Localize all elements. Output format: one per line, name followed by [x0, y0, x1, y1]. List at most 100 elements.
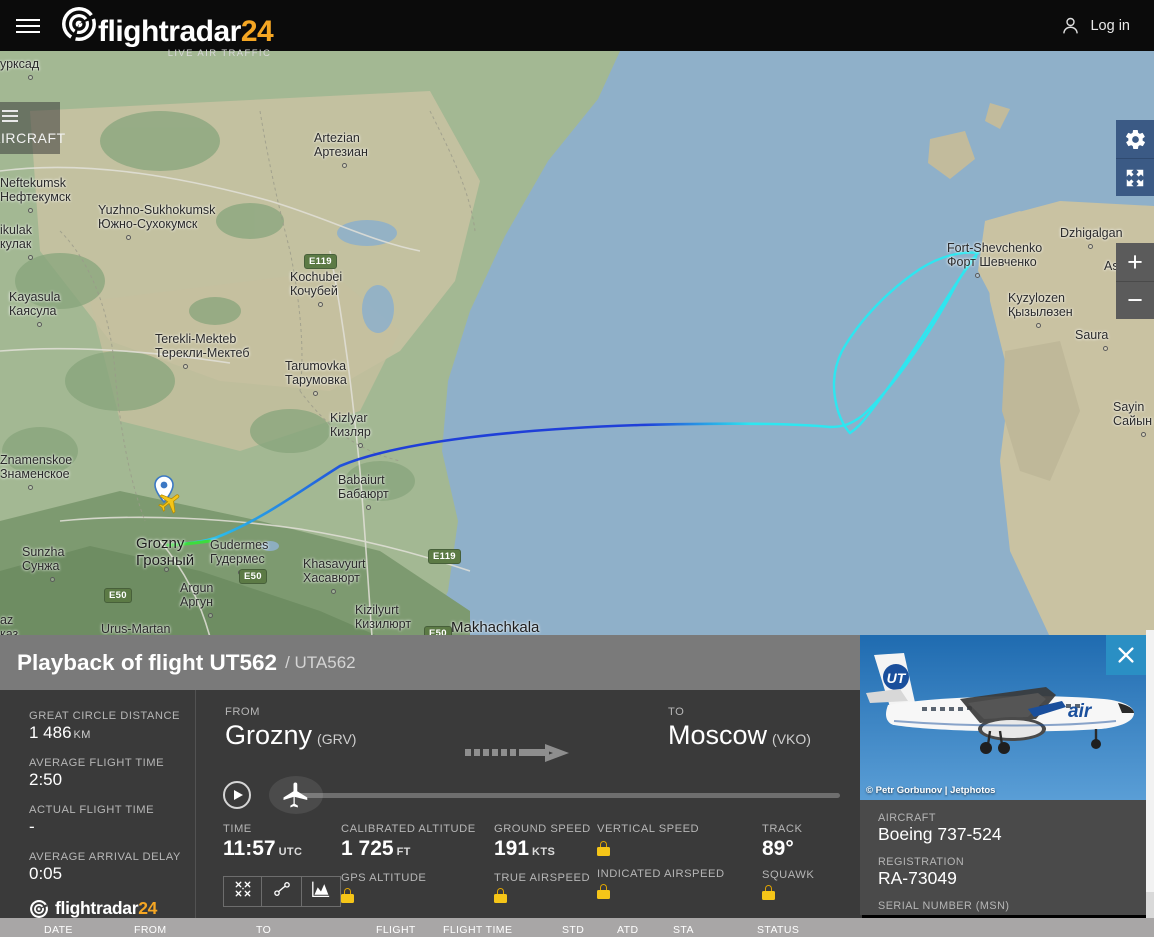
aircraft-info-card: UT air © Petr Gorbunov | Jetphotos AIRCR…: [860, 635, 1146, 915]
table-column-header[interactable]: FLIGHT: [376, 924, 416, 936]
flight-stat: AVERAGE FLIGHT TIME 2:50: [29, 757, 195, 790]
map-controls-top[interactable]: [1116, 120, 1154, 196]
chart-area-icon: [311, 880, 331, 903]
map-place-dot: [313, 391, 318, 396]
metric-sub-locked: [762, 885, 814, 905]
altitude-chart-button[interactable]: [301, 876, 341, 907]
flight-stat-number: 1 486: [29, 723, 72, 742]
timeline-knob[interactable]: [269, 776, 323, 814]
aircraft-photo-image: UT air: [860, 635, 1146, 800]
aircraft-photo: UT air © Petr Gorbunov | Jetphotos: [860, 635, 1146, 800]
metric-sub-label: TRUE AIRSPEED: [494, 872, 591, 884]
metric-block: GROUND SPEED 191 KTS TRUE AIRSPEED: [494, 823, 597, 908]
settings-button[interactable]: [1116, 120, 1154, 158]
hamburger-icon-line: [16, 18, 40, 21]
gear-icon: [1125, 129, 1145, 149]
metric-sub-locked: [341, 888, 494, 908]
flight-stat-label: GREAT CIRCLE DISTANCE: [29, 710, 180, 722]
map-view[interactable]: урксад Artezian Артезиан Neftekumsk Нефтекум…: [0, 51, 1154, 637]
map-place-dot: [1141, 432, 1146, 437]
playback-panel-body: GREAT CIRCLE DISTANCE 1 486 KM AVERAGE FLIG…: [0, 690, 862, 918]
flight-history-table-header[interactable]: DATE FROM TO FLIGHT FLIGHT TIME STD ATD STA STAT…: [0, 918, 1154, 937]
table-column-header[interactable]: STA: [673, 924, 694, 936]
map-place-dot: [318, 302, 323, 307]
left-panel-sliver[interactable]: AIRCRAFT: [0, 102, 65, 154]
route-destination: TO Moscow (VKO): [668, 706, 811, 752]
route-button[interactable]: [262, 876, 302, 907]
map-place-dot: [331, 589, 336, 594]
metric-label: VERTICAL SPEED: [597, 823, 700, 835]
zoom-in-button[interactable]: +: [1116, 243, 1154, 281]
map-place-dot: [28, 255, 33, 260]
table-column-header[interactable]: STD: [562, 924, 584, 936]
metric-block: VERTICAL SPEED INDICATED AIRSPEED: [597, 823, 762, 908]
map-place-dot: [28, 75, 33, 80]
collapse-button[interactable]: [223, 876, 263, 907]
metric-label: TIME: [223, 823, 252, 835]
map-aircraft-icon[interactable]: [157, 489, 183, 520]
map-place-dot: [28, 208, 33, 213]
metric-value: 191 KTS: [494, 836, 597, 865]
flight-stat-label: AVERAGE FLIGHT TIME: [29, 757, 165, 769]
timeline-track[interactable]: [299, 793, 840, 798]
menu-button[interactable]: [0, 18, 56, 33]
fullscreen-button[interactable]: [1116, 158, 1154, 196]
flight-stat-label: ACTUAL FLIGHT TIME: [29, 804, 155, 816]
table-column-header[interactable]: ATD: [617, 924, 638, 936]
table-column-header[interactable]: STATUS: [757, 924, 799, 936]
table-column-header[interactable]: FLIGHT TIME: [443, 924, 512, 936]
lock-icon: [762, 885, 775, 900]
metric-value: 11:57 UTC: [223, 836, 341, 865]
minus-icon: −: [1127, 285, 1143, 315]
aircraft-field-label: AIRCRAFT: [878, 812, 936, 824]
metric-sub-label: GPS ALTITUDE: [341, 872, 427, 884]
metric-value-locked: [597, 841, 762, 861]
playback-timeline[interactable]: [269, 776, 840, 814]
table-column-header[interactable]: TO: [256, 924, 271, 936]
radar-logo-icon: [60, 5, 98, 43]
destination-code: (VKO): [772, 731, 811, 747]
playback-controls: [223, 776, 840, 814]
zoom-out-button[interactable]: −: [1116, 281, 1154, 319]
hamburger-icon-line: [16, 24, 40, 27]
origin-city: Grozny: [225, 720, 313, 750]
panel-scrollbar[interactable]: [1146, 630, 1154, 918]
table-column-header[interactable]: FROM: [134, 924, 167, 936]
flight-stat-value: 0:05: [29, 864, 195, 884]
aircraft-fields: AIRCRAFT Boeing 737-524 REGISTRATION RA-730…: [860, 800, 1146, 915]
table-column-header[interactable]: DATE: [44, 924, 73, 936]
play-button[interactable]: [223, 781, 251, 809]
dashed-arrow-right-icon: [465, 744, 569, 762]
close-icon: [1118, 647, 1134, 663]
user-icon: [1063, 17, 1079, 34]
metric-sub-label: INDICATED AIRSPEED: [597, 868, 725, 880]
route-summary: FROM Grozny (GRV) TO Moscow (VKO): [225, 706, 840, 768]
metric-sub-locked: [494, 888, 597, 908]
aircraft-field-value: Boeing 737-524: [878, 824, 1002, 844]
map-place-dot: [975, 273, 980, 278]
map-canvas: [0, 51, 1154, 637]
metric-value: 1 725 FT: [341, 836, 494, 865]
panel-brand-number: 24: [138, 898, 158, 918]
destination-label: TO: [668, 706, 685, 718]
close-card-button[interactable]: [1106, 635, 1146, 675]
playback-title: Playback of flight UT562: [17, 649, 278, 675]
map-zoom-controls[interactable]: + −: [1116, 243, 1154, 319]
metric-sub-label: SQUAWK: [762, 869, 815, 881]
flight-stat-value: 1 486 KM: [29, 723, 195, 743]
plus-icon: +: [1127, 246, 1143, 277]
sliver-menu-icon[interactable]: [2, 110, 18, 125]
metric-number: 89°: [762, 837, 794, 860]
flight-stat-value: -: [29, 817, 195, 837]
scrollbar-thumb[interactable]: [1146, 630, 1154, 892]
hamburger-icon-line: [16, 30, 40, 33]
flight-stat-number: -: [29, 817, 35, 836]
brand-logo-link[interactable]: flightradar24 LIVE AIR TRAFFIC: [60, 5, 274, 59]
login-button[interactable]: Log in: [1060, 15, 1130, 36]
route-nodes-icon: [272, 879, 292, 904]
lock-icon: [494, 888, 507, 903]
metric-number: 1 725: [341, 837, 394, 860]
radar-logo-icon: [30, 899, 48, 918]
airplane-icon: [283, 782, 308, 808]
play-icon: [234, 790, 243, 800]
